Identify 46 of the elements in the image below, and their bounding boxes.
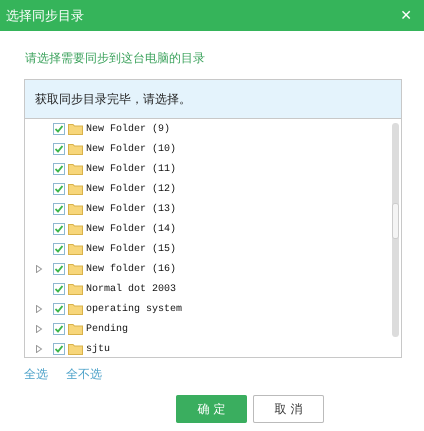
folder-icon [68,163,83,175]
checkbox[interactable] [53,263,65,275]
folder-name[interactable]: New Folder (13) [86,204,176,214]
expand-icon[interactable] [35,325,43,333]
folder-name[interactable]: New Folder (14) [86,224,176,234]
folder-icon [68,143,83,155]
scrollbar[interactable] [392,123,399,337]
checkbox[interactable] [53,343,65,355]
folder-icon [68,183,83,195]
expand-icon[interactable] [35,345,43,353]
folder-name[interactable]: New Folder (9) [86,124,170,134]
checkbox[interactable] [53,123,65,135]
instruction-text: 请选择需要同步到这台电脑的目录 [25,50,206,66]
scroll-thumb[interactable] [392,203,399,239]
checkbox[interactable] [53,303,65,315]
checkbox[interactable] [53,323,65,335]
folder-icon [68,243,83,255]
folder-name[interactable]: Normal dot 2003 [86,284,176,294]
folder-icon [68,343,83,355]
window-title: 选择同步目录 [6,8,84,24]
checkbox[interactable] [53,143,65,155]
folder-name[interactable]: sjtu [86,344,110,354]
folder-icon [68,203,83,215]
checkbox[interactable] [53,183,65,195]
checkbox[interactable] [53,163,65,175]
folder-name[interactable]: New Folder (11) [86,164,176,174]
folder-icon [68,123,83,135]
folder-icon [68,223,83,235]
folder-icon [68,323,83,335]
status-text: 获取同步目录完毕，请选择。 [25,80,401,119]
folder-icon [68,303,83,315]
checkbox[interactable] [53,223,65,235]
checkbox[interactable] [53,203,65,215]
expand-icon[interactable] [35,265,43,273]
folder-name[interactable]: Pending [86,324,128,334]
folder-name[interactable]: operating system [86,304,182,314]
folder-name[interactable]: New Folder (10) [86,144,176,154]
folder-name[interactable]: New Folder (15) [86,244,176,254]
folder-name[interactable]: New Folder (12) [86,184,176,194]
folder-name[interactable]: New folder (16) [86,264,176,274]
checkbox[interactable] [53,283,65,295]
folder-icon [68,283,83,295]
checkbox[interactable] [53,243,65,255]
folder-icon [68,263,83,275]
cancel-button[interactable]: 取 消 [253,395,324,423]
expand-icon[interactable] [35,305,43,313]
